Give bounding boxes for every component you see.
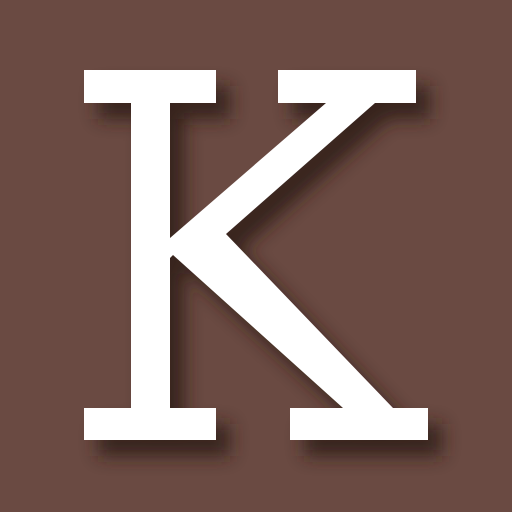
k-letter-icon: K <box>0 0 512 512</box>
monogram-tile: K <box>0 0 512 512</box>
